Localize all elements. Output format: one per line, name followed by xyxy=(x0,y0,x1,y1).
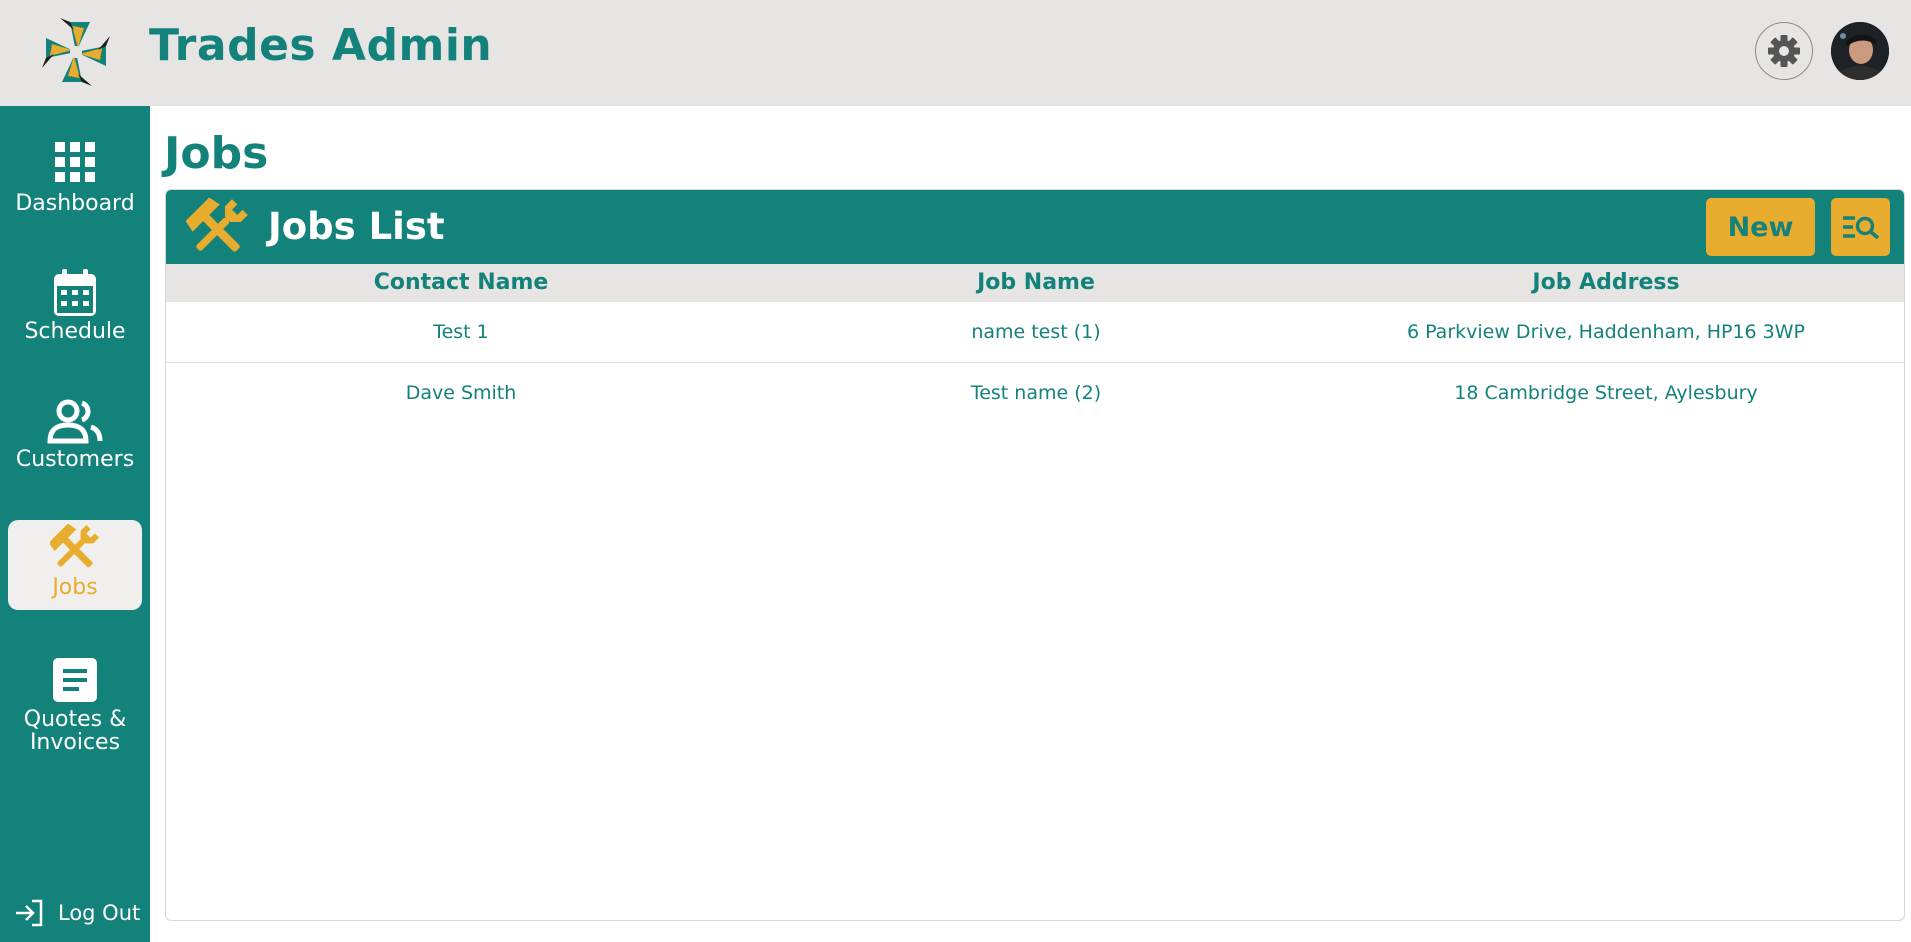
panel-title: Jobs List xyxy=(268,205,445,248)
user-avatar[interactable] xyxy=(1831,22,1889,80)
column-header-job-name[interactable]: Job Name xyxy=(756,264,1316,302)
settings-button[interactable] xyxy=(1755,22,1813,80)
app-logo[interactable] xyxy=(38,16,114,88)
sidebar-item-label-line1: Quotes & xyxy=(23,707,127,732)
cell-job-address: 18 Cambridge Street, Aylesbury xyxy=(1454,382,1758,404)
cell-job-name: name test (1) xyxy=(971,321,1101,343)
table-header: Contact Name Job Name Job Address xyxy=(166,264,1904,302)
new-job-button[interactable]: New xyxy=(1706,198,1815,256)
table-row[interactable]: Dave Smith Test name (2) 18 Cambridge St… xyxy=(166,363,1904,423)
sidebar-item-label: Jobs xyxy=(52,575,98,600)
cell-contact: Dave Smith xyxy=(405,382,517,404)
sidebar-item-label-line2: Invoices xyxy=(29,730,121,755)
page-title: Jobs xyxy=(164,128,269,179)
column-header-job-address[interactable]: Job Address xyxy=(1316,264,1896,302)
logout-button[interactable]: Log Out xyxy=(14,896,144,930)
column-header-contact[interactable]: Contact Name xyxy=(166,264,756,302)
sidebar-item-jobs[interactable]: Jobs xyxy=(8,520,142,610)
panel-header: Jobs List New xyxy=(166,190,1904,264)
sidebar: Dashboard Schedule Customers Jobs Quotes… xyxy=(0,106,150,942)
filter-search-button[interactable] xyxy=(1831,198,1890,256)
list-search-icon xyxy=(1842,216,1879,240)
cell-contact: Test 1 xyxy=(433,321,489,343)
logout-icon xyxy=(16,899,43,927)
sidebar-item-customers[interactable]: Customers xyxy=(8,388,142,478)
sidebar-item-label: Customers xyxy=(15,447,135,472)
cell-job-address: 6 Parkview Drive, Haddenham, HP16 3WP xyxy=(1406,321,1806,343)
sidebar-item-label: Dashboard xyxy=(15,191,135,216)
app-title: Trades Admin xyxy=(149,20,493,71)
jobs-list-panel: Jobs List New Contact Name Job Name Job … xyxy=(165,189,1905,921)
table-row[interactable]: Test 1 name test (1) 6 Parkview Drive, H… xyxy=(166,302,1904,363)
sidebar-item-label: Schedule xyxy=(24,319,126,344)
tools-icon xyxy=(185,197,250,264)
cell-job-name: Test name (2) xyxy=(970,382,1102,404)
sidebar-item-dashboard[interactable]: Dashboard xyxy=(8,132,142,222)
top-bar: Trades Admin xyxy=(0,0,1911,106)
gear-icon xyxy=(1768,35,1800,67)
document-icon xyxy=(53,658,97,702)
sidebar-item-quotes-invoices[interactable]: Quotes & Invoices xyxy=(8,650,142,754)
users-icon xyxy=(47,399,103,444)
calendar-icon xyxy=(54,269,96,316)
tools-icon xyxy=(50,524,100,568)
grid-icon xyxy=(55,142,95,182)
sidebar-item-schedule[interactable]: Schedule xyxy=(8,260,142,350)
logout-label: Log Out xyxy=(58,901,141,925)
